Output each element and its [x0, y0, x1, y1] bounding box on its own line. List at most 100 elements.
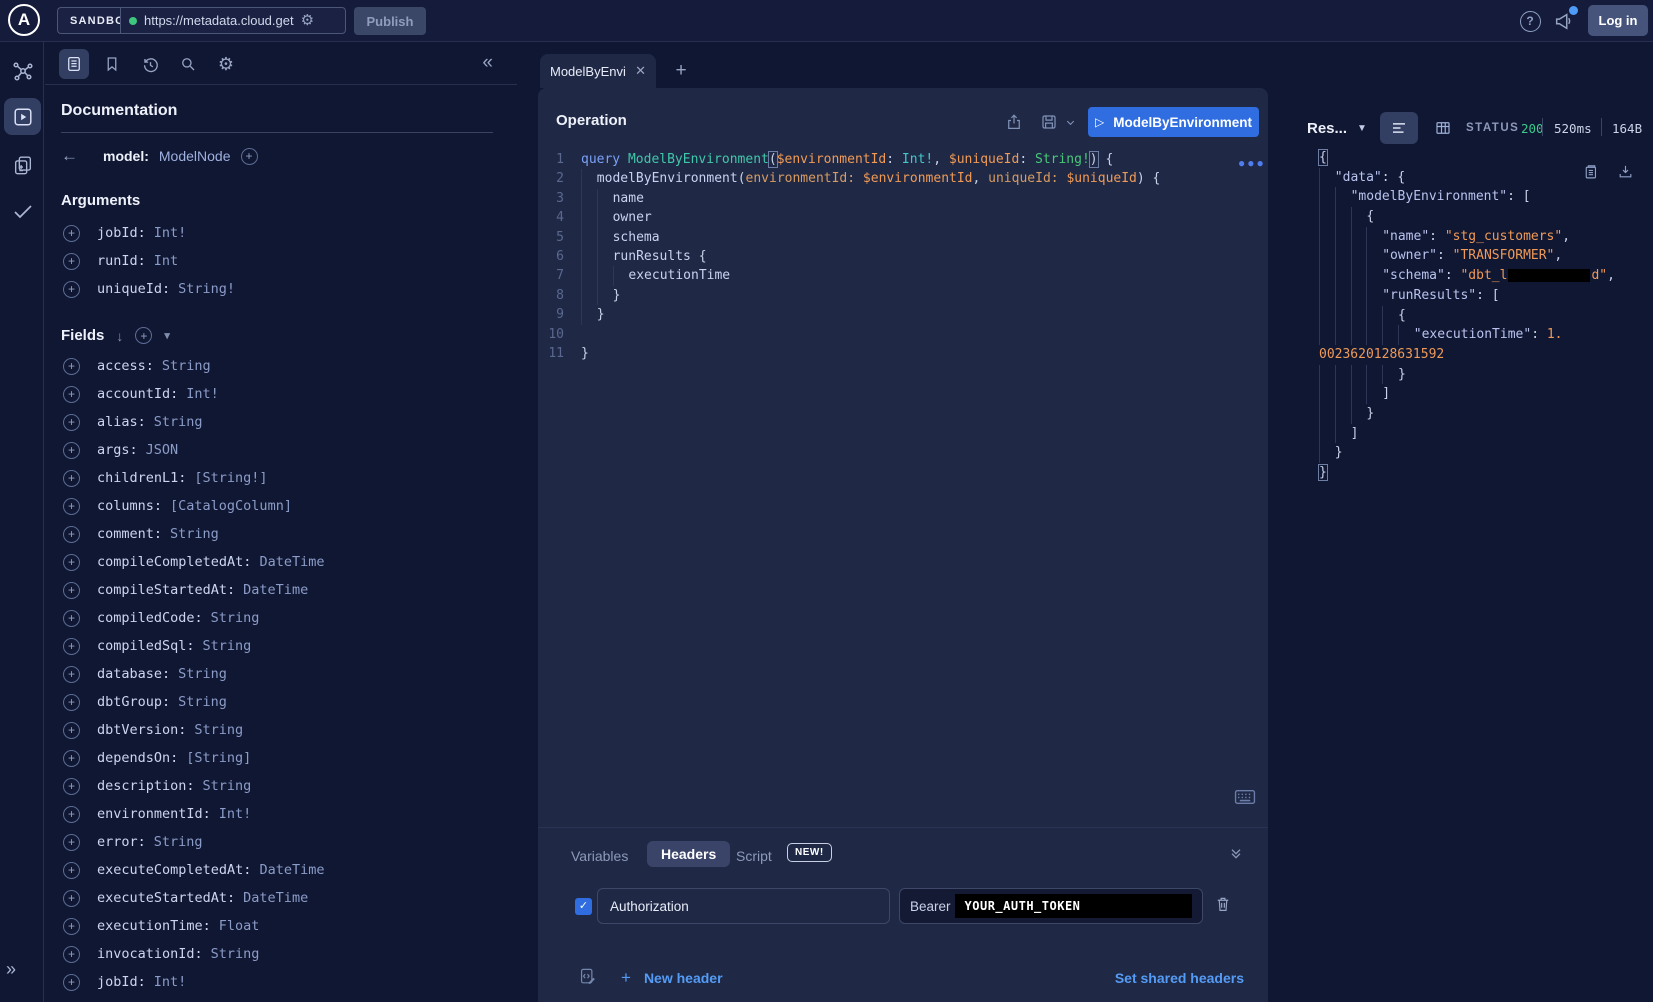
add-field-button[interactable]: +	[63, 358, 80, 375]
breadcrumb-type-link[interactable]: ModelNode	[159, 148, 231, 164]
field-row[interactable]: + uniqueId: String!	[63, 275, 517, 303]
field-type[interactable]: JSON	[146, 442, 179, 458]
field-type[interactable]: [String!]	[194, 470, 267, 486]
add-field-button[interactable]: +	[63, 666, 80, 683]
settings-icon[interactable]: ⚙	[211, 49, 241, 79]
explorer-tab-icon[interactable]	[4, 98, 41, 135]
field-type[interactable]: Int!	[154, 225, 187, 241]
set-shared-headers-button[interactable]: Set shared headers	[1115, 970, 1244, 986]
announcements-icon[interactable]	[1552, 9, 1576, 33]
add-field-button[interactable]: +	[63, 638, 80, 655]
table-view-icon[interactable]	[1424, 112, 1462, 144]
field-type[interactable]: String	[203, 638, 252, 654]
field-type[interactable]: DateTime	[243, 582, 308, 598]
add-field-button[interactable]: +	[63, 806, 80, 823]
field-row[interactable]: + alias: String	[63, 408, 517, 436]
apollo-logo-icon[interactable]: A	[8, 4, 40, 36]
field-type[interactable]: String	[170, 526, 219, 542]
add-field-button[interactable]: +	[63, 414, 80, 431]
expand-rail-icon[interactable]: »	[6, 959, 16, 980]
field-type[interactable]: String!	[178, 281, 235, 297]
field-type[interactable]: String	[178, 666, 227, 682]
delete-header-icon[interactable]	[1214, 895, 1232, 913]
endpoint-url-input[interactable]: https://metadata.cloud.get ⚙	[120, 7, 346, 34]
header-name-input[interactable]	[597, 888, 890, 924]
field-row[interactable]: + executeCompletedAt: DateTime	[63, 856, 517, 884]
add-field-button[interactable]: +	[63, 918, 80, 935]
field-type[interactable]: String	[162, 358, 211, 374]
field-type[interactable]: [String]	[186, 750, 251, 766]
saved-operations-icon[interactable]	[97, 49, 127, 79]
field-row[interactable]: + access: String	[63, 352, 517, 380]
add-field-button[interactable]: +	[63, 498, 80, 515]
share-icon[interactable]	[1001, 109, 1027, 135]
field-row-partial[interactable]: +	[63, 996, 517, 1002]
field-row[interactable]: + dbtGroup: String	[63, 688, 517, 716]
field-row[interactable]: + executeStartedAt: DateTime	[63, 884, 517, 912]
field-type[interactable]: String	[211, 610, 260, 626]
add-field-button[interactable]: +	[63, 890, 80, 907]
add-field-button[interactable]: +	[63, 225, 80, 242]
field-row[interactable]: + compiledSql: String	[63, 632, 517, 660]
field-type[interactable]: Int	[154, 253, 178, 269]
add-field-button[interactable]: +	[63, 470, 80, 487]
tab-script[interactable]: Script	[736, 848, 772, 864]
header-value-field[interactable]: Bearer YOUR_AUTH_TOKEN	[899, 888, 1203, 924]
add-field-button[interactable]: +	[63, 946, 80, 963]
back-arrow-icon[interactable]: ←	[61, 146, 81, 166]
add-field-button[interactable]: +	[63, 554, 80, 571]
field-type[interactable]: String	[178, 694, 227, 710]
field-type[interactable]: Int!	[219, 806, 252, 822]
add-field-button[interactable]: +	[63, 862, 80, 879]
graphql-editor[interactable]: 1query ModelByEnvironment($environmentId…	[540, 150, 1250, 363]
checks-icon[interactable]	[4, 192, 41, 229]
field-type[interactable]: Int!	[154, 974, 187, 990]
field-row[interactable]: + comment: String	[63, 520, 517, 548]
formatted-view-icon[interactable]	[1380, 112, 1418, 144]
field-row[interactable]: + jobId: Int!	[63, 219, 517, 247]
field-type[interactable]: DateTime	[259, 554, 324, 570]
field-row[interactable]: + invocationId: String	[63, 940, 517, 968]
search-icon[interactable]	[173, 49, 203, 79]
chevron-down-icon[interactable]: ▾	[164, 329, 170, 342]
field-type[interactable]: DateTime	[259, 862, 324, 878]
new-tab-icon[interactable]: +	[668, 58, 694, 84]
add-field-button[interactable]: +	[63, 253, 80, 270]
documentation-tab-icon[interactable]	[59, 49, 89, 79]
field-row[interactable]: + description: String	[63, 772, 517, 800]
field-row[interactable]: + dependsOn: [String]	[63, 744, 517, 772]
add-field-button[interactable]: +	[63, 610, 80, 627]
new-header-button[interactable]: + New header	[621, 968, 723, 988]
publish-button[interactable]: Publish	[354, 7, 426, 35]
field-row[interactable]: + compiledCode: String	[63, 604, 517, 632]
add-field-button[interactable]: +	[63, 778, 80, 795]
response-json[interactable]: {"data": {"modelByEnvironment": [{"name"…	[1319, 148, 1649, 483]
run-operation-button[interactable]: ▷ ModelByEnvironment	[1088, 107, 1259, 137]
add-field-button[interactable]: +	[63, 750, 80, 767]
keyboard-shortcuts-icon[interactable]	[1234, 788, 1256, 806]
add-field-button[interactable]: +	[63, 442, 80, 459]
endpoint-settings-icon[interactable]: ⚙	[301, 13, 314, 28]
response-selector[interactable]: Res... ▼	[1307, 120, 1367, 137]
operation-tab[interactable]: ModelByEnvi... ✕	[540, 54, 656, 88]
field-row[interactable]: + columns: [CatalogColumn]	[63, 492, 517, 520]
field-type[interactable]: String	[203, 778, 252, 794]
collapse-panel-icon[interactable]	[1228, 845, 1244, 861]
tab-headers[interactable]: Headers	[647, 841, 730, 867]
login-button[interactable]: Log in	[1588, 5, 1648, 36]
field-row[interactable]: + compileStartedAt: DateTime	[63, 576, 517, 604]
add-field-button[interactable]: +	[63, 582, 80, 599]
preview-headers-icon[interactable]	[578, 967, 597, 986]
help-icon[interactable]: ?	[1518, 9, 1542, 33]
field-type[interactable]: Int!	[186, 386, 219, 402]
sort-fields-icon[interactable]: ↓	[116, 328, 123, 344]
field-type[interactable]: String	[194, 722, 243, 738]
add-field-button[interactable]: +	[63, 974, 80, 991]
field-type[interactable]: Float	[219, 918, 260, 934]
field-row[interactable]: + accountId: Int!	[63, 380, 517, 408]
header-enabled-checkbox[interactable]: ✓	[575, 898, 592, 915]
add-field-button[interactable]: +	[63, 386, 80, 403]
field-row[interactable]: + database: String	[63, 660, 517, 688]
field-type[interactable]: DateTime	[243, 890, 308, 906]
history-icon[interactable]	[135, 49, 165, 79]
